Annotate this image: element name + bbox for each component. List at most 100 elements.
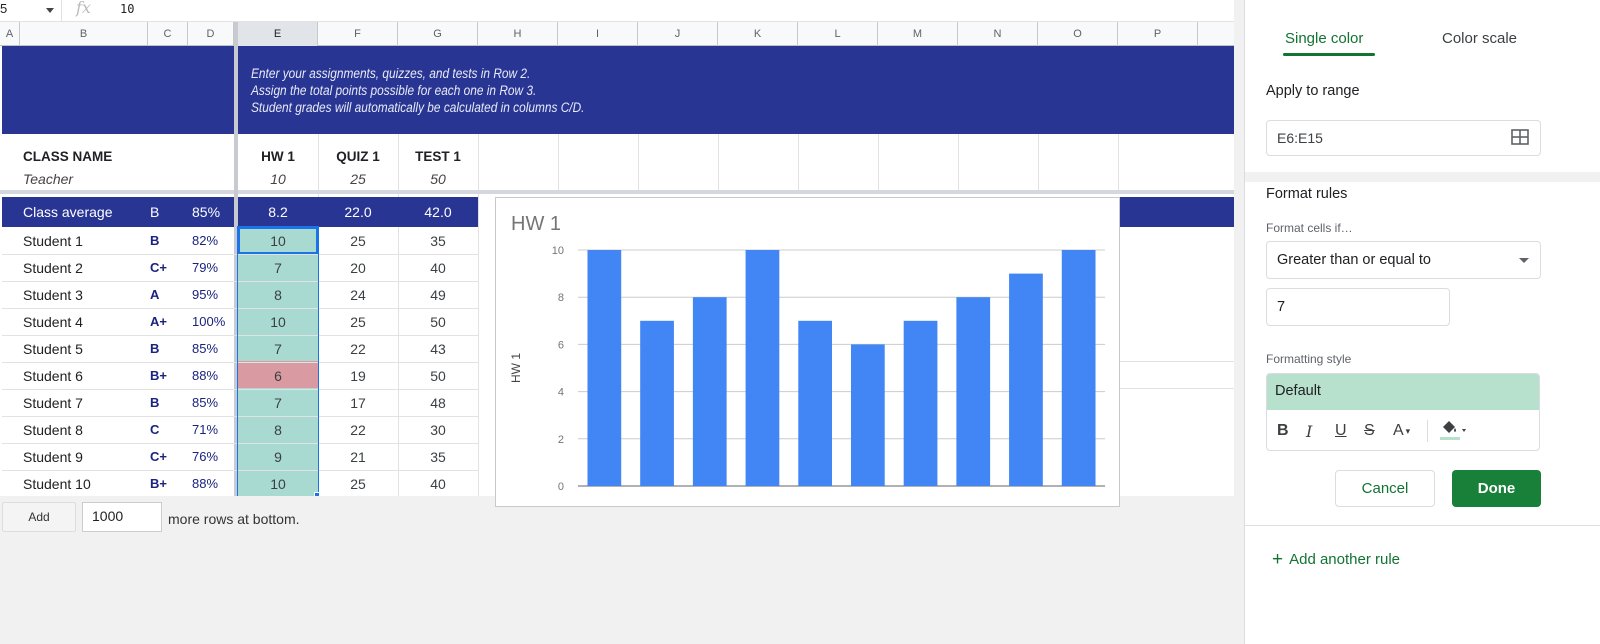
student-score[interactable]: 25: [318, 314, 398, 330]
student-name[interactable]: Student 8: [23, 422, 83, 438]
frozen-row-divider[interactable]: [0, 190, 1266, 194]
cancel-button[interactable]: Cancel: [1335, 470, 1435, 507]
column-header-h[interactable]: H: [478, 22, 558, 46]
name-box[interactable]: 5: [0, 0, 62, 21]
text-color-button[interactable]: A ▾: [1393, 422, 1410, 440]
fill-color-button[interactable]: [1439, 418, 1469, 447]
student-score[interactable]: 40: [398, 260, 478, 276]
add-rows-button[interactable]: Add: [2, 502, 76, 532]
assignment-name[interactable]: TEST 1: [398, 149, 478, 164]
column-header-k[interactable]: K: [718, 22, 798, 46]
student-score[interactable]: 22: [318, 422, 398, 438]
column-header-a[interactable]: A: [0, 22, 20, 46]
student-score[interactable]: 19: [318, 368, 398, 384]
formula-input[interactable]: 10: [120, 2, 134, 16]
column-header-o[interactable]: O: [1038, 22, 1118, 46]
column-header-f[interactable]: F: [318, 22, 398, 46]
column-header-g[interactable]: G: [398, 22, 478, 46]
student-grade[interactable]: C+: [150, 449, 167, 464]
student-grade[interactable]: B: [150, 341, 159, 356]
class-name[interactable]: CLASS NAME: [23, 149, 112, 164]
student-score[interactable]: 50: [398, 314, 478, 330]
student-grade[interactable]: B: [150, 395, 159, 410]
student-score[interactable]: 40: [398, 476, 478, 492]
student-pct[interactable]: 95%: [192, 287, 218, 302]
condition-value-input[interactable]: 7: [1266, 288, 1450, 326]
student-name[interactable]: Student 2: [23, 260, 83, 276]
assignment-points[interactable]: 50: [398, 171, 478, 187]
column-header-c[interactable]: C: [148, 22, 188, 46]
tab-single-color[interactable]: Single color: [1285, 30, 1363, 47]
assignment-points[interactable]: 25: [318, 171, 398, 187]
range-input[interactable]: E6:E15: [1266, 120, 1541, 156]
chevron-down-icon[interactable]: [1519, 258, 1529, 263]
class-average-score[interactable]: 22.0: [318, 204, 398, 220]
student-name[interactable]: Student 9: [23, 449, 83, 465]
student-grade[interactable]: A+: [150, 314, 167, 329]
student-score[interactable]: 17: [318, 395, 398, 411]
student-score[interactable]: 24: [318, 287, 398, 303]
student-name[interactable]: Student 10: [23, 476, 91, 492]
student-score[interactable]: 21: [318, 449, 398, 465]
class-average-pct[interactable]: 85%: [192, 204, 220, 220]
class-average-score[interactable]: 42.0: [398, 204, 478, 220]
bold-button[interactable]: B: [1277, 422, 1289, 440]
column-header-p[interactable]: P: [1118, 22, 1198, 46]
student-pct[interactable]: 85%: [192, 395, 218, 410]
student-name[interactable]: Student 4: [23, 314, 83, 330]
condition-select[interactable]: Greater than or equal to: [1266, 241, 1541, 279]
student-score[interactable]: 43: [398, 341, 478, 357]
tab-color-scale[interactable]: Color scale: [1442, 30, 1517, 47]
student-pct[interactable]: 82%: [192, 233, 218, 248]
style-preview[interactable]: Default: [1267, 374, 1539, 410]
underline-button[interactable]: U: [1335, 422, 1347, 440]
student-name[interactable]: Student 6: [23, 368, 83, 384]
student-score[interactable]: 49: [398, 287, 478, 303]
student-grade[interactable]: B: [150, 233, 159, 248]
student-score[interactable]: 35: [398, 449, 478, 465]
column-header-l[interactable]: L: [798, 22, 878, 46]
student-grade[interactable]: B+: [150, 476, 167, 491]
student-score[interactable]: 20: [318, 260, 398, 276]
student-grade[interactable]: C: [150, 422, 159, 437]
assignment-name[interactable]: QUIZ 1: [318, 149, 398, 164]
student-score[interactable]: 22: [318, 341, 398, 357]
class-average-score[interactable]: 8.2: [238, 204, 318, 220]
student-score[interactable]: 25: [318, 476, 398, 492]
student-name[interactable]: Student 3: [23, 287, 83, 303]
student-pct[interactable]: 88%: [192, 476, 218, 491]
student-grade[interactable]: B+: [150, 368, 167, 383]
student-name[interactable]: Student 7: [23, 395, 83, 411]
student-score[interactable]: 30: [398, 422, 478, 438]
strikethrough-button[interactable]: S: [1364, 422, 1375, 440]
student-name[interactable]: Student 5: [23, 341, 83, 357]
column-header-m[interactable]: M: [878, 22, 958, 46]
column-header-e[interactable]: E: [238, 22, 318, 46]
student-name[interactable]: Student 1: [23, 233, 83, 249]
student-pct[interactable]: 79%: [192, 260, 218, 275]
add-rule-button[interactable]: + Add another rule: [1272, 548, 1400, 570]
class-average-grade[interactable]: B: [150, 204, 159, 220]
student-pct[interactable]: 88%: [192, 368, 218, 383]
assignment-name[interactable]: HW 1: [238, 149, 318, 164]
column-header-d[interactable]: D: [188, 22, 234, 46]
student-pct[interactable]: 71%: [192, 422, 218, 437]
column-header-n[interactable]: N: [958, 22, 1038, 46]
class-average-label[interactable]: Class average: [23, 204, 113, 220]
student-pct[interactable]: 100%: [192, 314, 225, 329]
student-pct[interactable]: 85%: [192, 341, 218, 356]
student-score[interactable]: 25: [318, 233, 398, 249]
student-score[interactable]: 50: [398, 368, 478, 384]
rows-count-input[interactable]: 1000: [82, 502, 162, 532]
italic-button[interactable]: I: [1306, 422, 1312, 441]
assignment-points[interactable]: 10: [238, 171, 318, 187]
column-header-i[interactable]: I: [558, 22, 638, 46]
student-pct[interactable]: 76%: [192, 449, 218, 464]
student-grade[interactable]: A: [150, 287, 159, 302]
column-header-b[interactable]: B: [20, 22, 148, 46]
chevron-down-icon[interactable]: [46, 8, 54, 13]
hw1-chart[interactable]: HW 1 0 2 4 6 8 10 HW 1 Student 1: 10 Student 2: 7…: [495, 197, 1120, 507]
student-grade[interactable]: C+: [150, 260, 167, 275]
done-button[interactable]: Done: [1452, 470, 1541, 507]
student-score[interactable]: 35: [398, 233, 478, 249]
